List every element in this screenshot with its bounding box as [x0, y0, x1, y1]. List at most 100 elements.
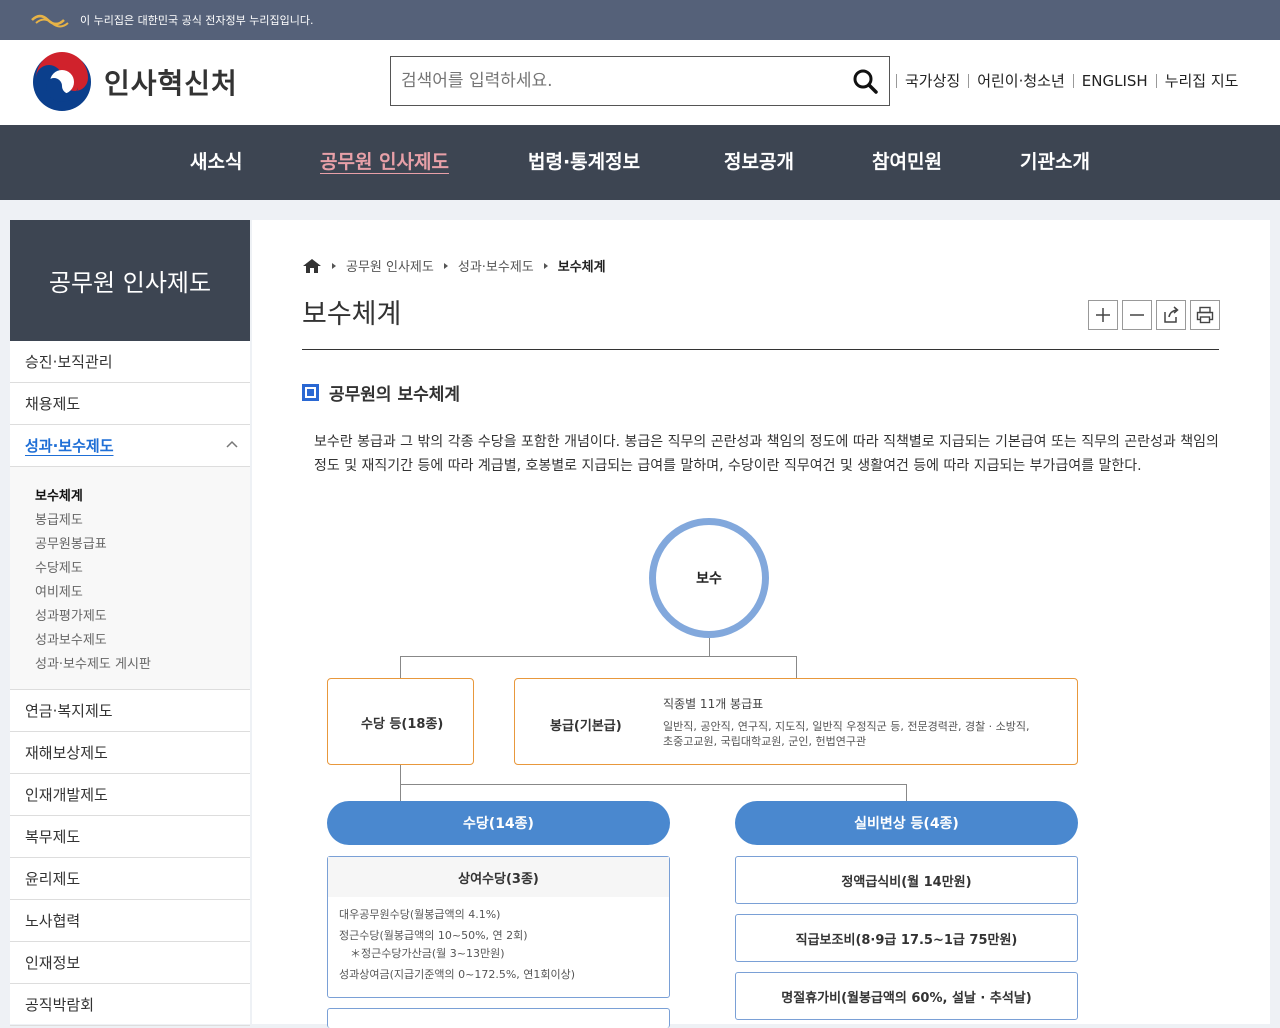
- site-header: 인사혁신처 국가상징 어린이·청소년 ENGLISH 누리집 지도: [0, 40, 1280, 125]
- salary-box: 봉급(기본급) 직종별 11개 봉급표 일반직, 공안직, 연구직, 지도직, …: [514, 678, 1078, 765]
- gov-banner: 이 누리집은 대한민국 공식 전자정부 누리집입니다.: [0, 0, 1280, 40]
- connector-line: [400, 784, 906, 785]
- zoom-out-button[interactable]: [1122, 300, 1152, 330]
- main-content: 공무원 인사제도 성과·보수제도 보수체계 보수체계 공무원의 보수체계 보수란…: [252, 220, 1270, 1028]
- sidebar-item-talent-info[interactable]: 인재정보: [10, 942, 250, 984]
- plus-icon: [1096, 308, 1110, 322]
- connector-line: [709, 638, 710, 656]
- sidebar-item-labor[interactable]: 노사협력: [10, 900, 250, 942]
- expense-category-label: 실비변상 등(4종): [854, 816, 959, 832]
- sidebar-item-label: 성과·보수제도: [25, 437, 114, 455]
- util-link-sitemap[interactable]: 누리집 지도: [1165, 70, 1239, 91]
- util-link-english[interactable]: ENGLISH: [1082, 72, 1148, 90]
- expense-box-label: 명절휴가비(월봉급액의 60%, 설날 · 추석날): [781, 990, 1032, 1006]
- gov-emblem-icon: [30, 12, 70, 28]
- taegeuk-logo-icon: [33, 52, 91, 111]
- diagram-root-label: 보수: [696, 571, 722, 587]
- main-navigation: 새소식 공무원 인사제도 법령·통계정보 정보공개 참여민원 기관소개: [0, 125, 1280, 200]
- share-button[interactable]: [1156, 300, 1186, 330]
- submenu-item-evaluation[interactable]: 성과평가제도: [35, 605, 250, 629]
- page-scrollbar-track[interactable]: [1270, 200, 1280, 1024]
- breadcrumb-item[interactable]: 공무원 인사제도: [346, 256, 434, 275]
- share-icon: [1164, 306, 1179, 323]
- expense-category-pill: 실비변상 등(4종): [735, 801, 1078, 845]
- sidebar-item-recruitment[interactable]: 채용제도: [10, 383, 250, 425]
- print-button[interactable]: [1190, 300, 1220, 330]
- nav-item-participation[interactable]: 참여민원: [872, 147, 942, 174]
- expense-box-label: 정액급식비(월 14만원): [841, 874, 972, 890]
- chevron-up-icon: [226, 440, 238, 448]
- nav-item-about[interactable]: 기관소개: [1020, 147, 1090, 174]
- sidebar-item-ethics[interactable]: 윤리제도: [10, 858, 250, 900]
- bonus-allowance-title: 상여수당(3종): [328, 857, 669, 897]
- util-link-national-symbols[interactable]: 국가상징: [905, 70, 960, 91]
- allowance-category-pill: 수당(14종): [327, 801, 670, 845]
- logo-text: 인사혁신처: [104, 67, 238, 100]
- page-tools: [1088, 300, 1220, 330]
- search-button[interactable]: [841, 57, 889, 105]
- gov-banner-text: 이 누리집은 대한민국 공식 전자정부 누리집입니다.: [80, 14, 314, 27]
- allowance-group-box: 수당 등(18종): [327, 678, 474, 765]
- sidebar-item-performance-pay[interactable]: 성과·보수제도: [10, 425, 250, 467]
- sidebar-item-development[interactable]: 인재개발제도: [10, 774, 250, 816]
- submenu-item-pay-system[interactable]: 보수체계: [35, 485, 250, 509]
- submenu-item-allowance[interactable]: 수당제도: [35, 557, 250, 581]
- nav-item-disclosure[interactable]: 정보공개: [724, 147, 794, 174]
- salary-label: 봉급(기본급): [550, 719, 622, 734]
- bonus-line: 대우공무원수당(월봉급액의 4.1%): [339, 908, 501, 921]
- submenu-item-performance-pay[interactable]: 성과보수제도: [35, 629, 250, 653]
- connector-line: [906, 784, 907, 801]
- section-heading: 공무원의 보수체계: [302, 380, 460, 405]
- salary-detail-line: 초중고교원, 국립대학교원, 군인, 헌법연구관: [663, 735, 867, 748]
- sidebar-item-job-fair[interactable]: 공직박람회: [10, 984, 250, 1026]
- search-input[interactable]: [391, 71, 841, 91]
- sidebar: 공무원 인사제도 승진·보직관리 채용제도 성과·보수제도 보수체계 봉급제도 …: [10, 220, 250, 1026]
- utility-links: 국가상징 어린이·청소년 ENGLISH 누리집 지도: [888, 70, 1238, 91]
- bonus-allowance-box: 상여수당(3종) 대우공무원수당(월봉급액의 4.1%) 정근수당(월봉급액의 …: [327, 856, 670, 998]
- salary-detail-line: 일반직, 공안직, 연구직, 지도직, 일반직 우정직군 등, 전문경력관, 경…: [663, 720, 1030, 733]
- breadcrumb-current: 보수체계: [557, 260, 606, 275]
- next-allowance-box: [327, 1008, 670, 1028]
- page-title: 보수체계: [302, 299, 402, 330]
- connector-line: [400, 656, 401, 678]
- search-box: [390, 56, 890, 106]
- sidebar-item-promotion[interactable]: 승진·보직관리: [10, 341, 250, 383]
- description-text: 보수란 봉급과 그 밖의 각종 수당을 포함한 개념이다. 봉급은 직무의 곤란…: [314, 434, 1219, 474]
- connector-line: [796, 656, 797, 678]
- breadcrumb-separator: [543, 262, 548, 269]
- util-link-kids[interactable]: 어린이·청소년: [977, 70, 1065, 91]
- submenu-item-travel[interactable]: 여비제도: [35, 581, 250, 605]
- sidebar-menu: 승진·보직관리 채용제도 성과·보수제도 보수체계 봉급제도 공무원봉급표 수당…: [10, 341, 250, 1026]
- submenu-item-board[interactable]: 성과·보수제도 게시판: [35, 653, 250, 677]
- section-bullet-icon: [302, 384, 319, 401]
- allowance-category-label: 수당(14종): [463, 816, 534, 832]
- submenu-item-salary-table[interactable]: 공무원봉급표: [35, 533, 250, 557]
- site-logo[interactable]: 인사혁신처: [32, 52, 238, 112]
- divider: [896, 73, 897, 88]
- nav-item-news[interactable]: 새소식: [190, 147, 242, 174]
- submenu-item-salary[interactable]: 봉급제도: [35, 509, 250, 533]
- section-title: 공무원의 보수체계: [329, 385, 461, 405]
- allowance-group-label: 수당 등(18종): [361, 717, 444, 732]
- sidebar-item-service[interactable]: 복무제도: [10, 816, 250, 858]
- sidebar-item-accident[interactable]: 재해보상제도: [10, 732, 250, 774]
- breadcrumb-item[interactable]: 성과·보수제도: [458, 256, 534, 275]
- minus-icon: [1130, 314, 1144, 316]
- home-icon[interactable]: [302, 258, 322, 274]
- salary-table-title: 직종별 11개 봉급표: [663, 697, 764, 711]
- print-icon: [1196, 306, 1214, 324]
- divider: [1155, 73, 1157, 88]
- sidebar-item-pension[interactable]: 연금·복지제도: [10, 690, 250, 732]
- connector-line: [400, 765, 401, 805]
- divider: [968, 73, 970, 88]
- zoom-in-button[interactable]: [1088, 300, 1118, 330]
- breadcrumb-separator: [443, 262, 448, 269]
- sidebar-title: 공무원 인사제도: [10, 220, 250, 341]
- nav-item-hr-system[interactable]: 공무원 인사제도: [320, 147, 449, 174]
- nav-item-laws-stats[interactable]: 법령·통계정보: [528, 147, 640, 174]
- bonus-line: 성과상여금(지급기준액의 0~172.5%, 연1회이상): [339, 968, 576, 981]
- expense-box-holiday: 명절휴가비(월봉급액의 60%, 설날 · 추석날): [735, 972, 1078, 1020]
- expense-box-label: 직급보조비(8·9급 17.5~1급 75만원): [795, 932, 1018, 948]
- sidebar-submenu: 보수체계 봉급제도 공무원봉급표 수당제도 여비제도 성과평가제도 성과보수제도…: [10, 467, 250, 690]
- connector-line: [400, 656, 797, 657]
